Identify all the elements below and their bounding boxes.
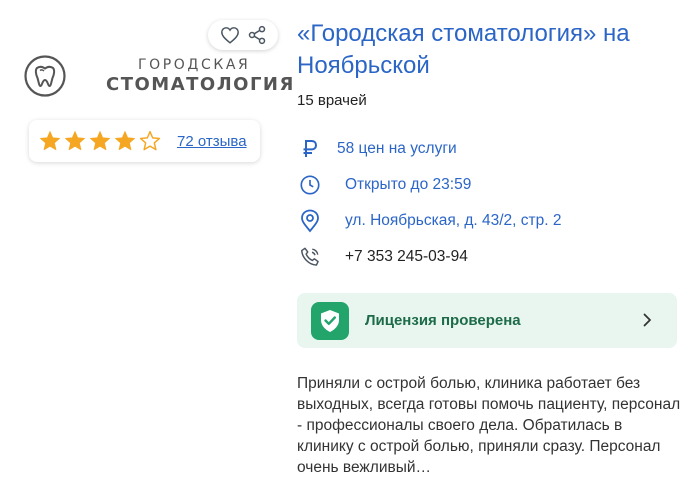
chevron-right-icon [643,313,651,327]
prices-link[interactable]: 58 цен на услуги [337,140,457,158]
location-pin-icon [297,208,323,234]
star-filled-icon [65,131,85,151]
star-filled-icon [90,131,110,151]
phone-row[interactable]: +7 353 245-03-94 [297,244,468,270]
star-rating [39,130,161,152]
clinic-title[interactable]: «Городская стоматология» на Ноябрьской [297,18,687,82]
shield-check-icon [311,301,349,340]
clock-icon [297,172,323,198]
share-icon[interactable] [245,23,269,47]
ruble-icon [297,136,323,162]
clinic-logo: Городская Стоматология [24,54,293,98]
review-excerpt: Приняли с острой болью, клиника работает… [297,375,681,476]
clinic-card: Городская Стоматология 72 отзыва «Городс… [0,0,698,489]
address-link[interactable]: ул. Ноябрьская, д. 43/2, стр. 2 [345,212,562,230]
heart-icon[interactable] [218,23,242,47]
star-empty-icon [139,130,161,151]
license-banner[interactable]: Лицензия проверена [297,293,677,348]
address-row[interactable]: ул. Ноябрьская, д. 43/2, стр. 2 [297,208,562,234]
hours-text: Открыто до 23:59 [345,176,472,193]
tooth-logo-icon [24,55,66,97]
star-filled-icon [40,131,60,151]
license-label: Лицензия проверена [365,312,521,329]
star-filled-icon [115,131,135,151]
logo-line-2: Стоматология [106,74,295,95]
prices-row[interactable]: 58 цен на услуги [297,136,457,162]
card-actions [208,20,278,50]
hours-row: Открыто до 23:59 [297,172,471,198]
phone-number[interactable]: +7 353 245-03-94 [345,248,468,266]
logo-line-1: Городская [138,57,251,73]
doctors-count: 15 врачей [297,92,367,109]
reviews-link[interactable]: 72 отзыва [177,133,247,150]
phone-icon [297,244,323,270]
rating-box: 72 отзыва [29,120,260,162]
